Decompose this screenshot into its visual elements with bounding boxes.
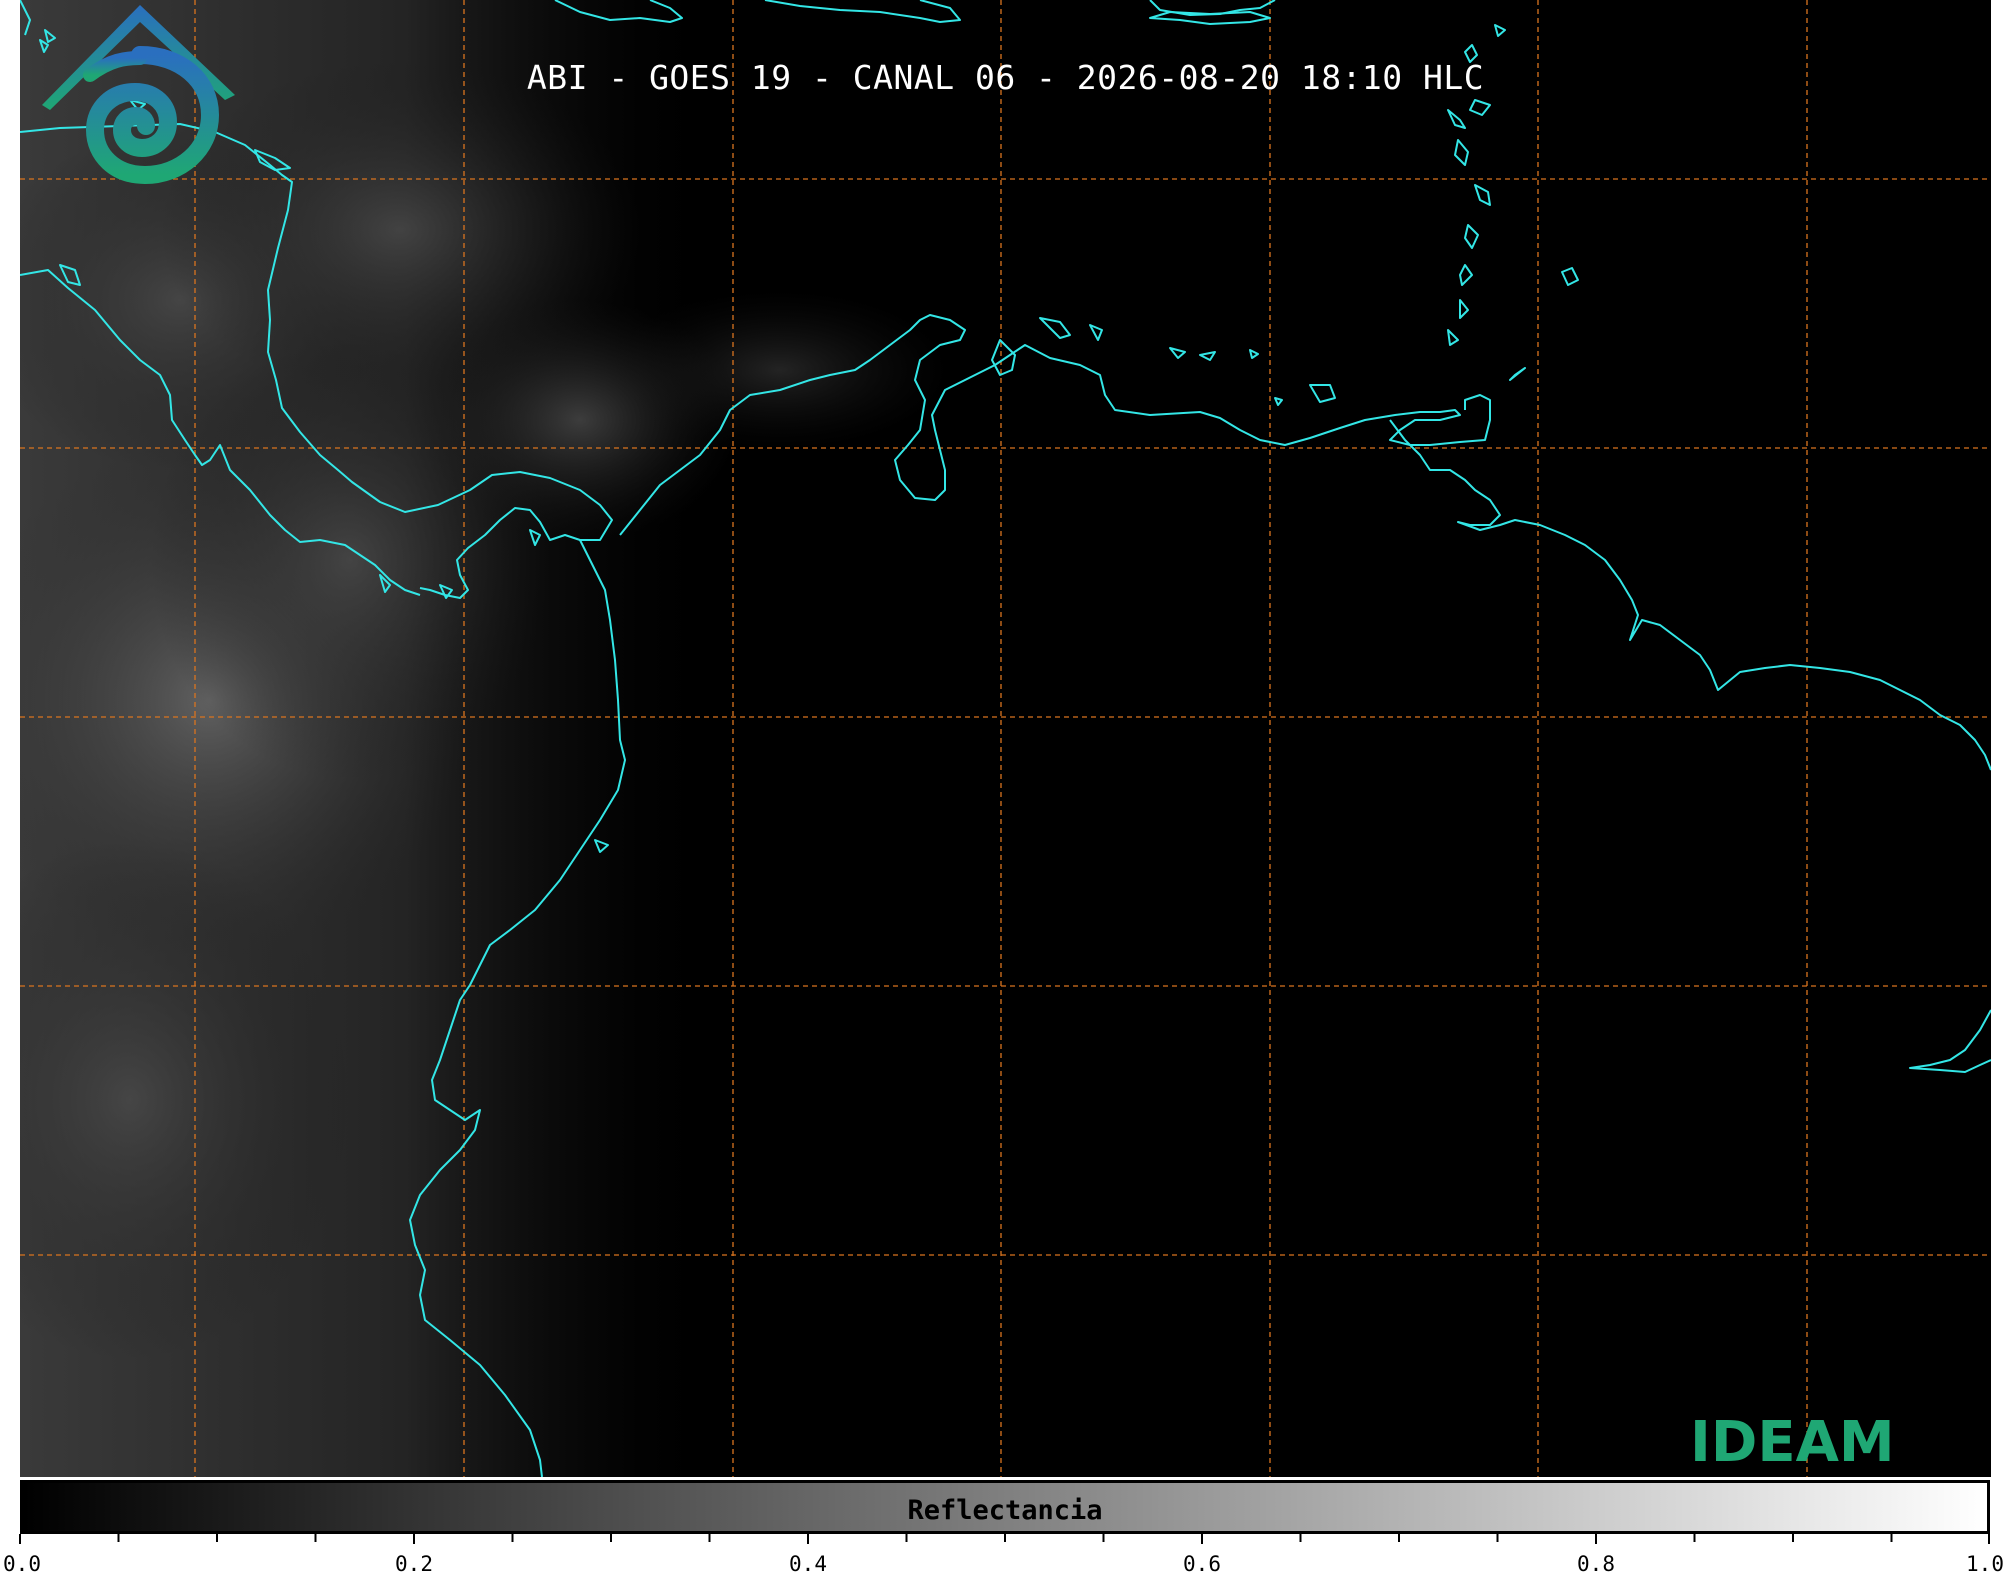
colorbar-ticks [19, 1534, 1990, 1544]
colorbar-label: Reflectancia [907, 1495, 1103, 1526]
colorbar: Reflectancia [20, 1480, 1990, 1534]
satellite-figure: ABI - GOES 19 - CANAL 06 - 2026-08-20 18… [0, 0, 2011, 1577]
colorbar-axis: 0.0 0.2 0.4 0.6 0.8 1.0 [0, 1534, 2011, 1577]
colorbar-tick-label: 0.4 [789, 1552, 827, 1576]
satellite-map: ABI - GOES 19 - CANAL 06 - 2026-08-20 18… [20, 0, 1991, 1477]
colorbar-tick-label: 0.2 [395, 1552, 433, 1576]
map-title: ABI - GOES 19 - CANAL 06 - 2026-08-20 18… [526, 58, 1485, 97]
colorbar-tick-label: 0.6 [1183, 1552, 1221, 1576]
colorbar-tick-label: 1.0 [1966, 1552, 2004, 1576]
colorbar-tick-label: 0.0 [3, 1552, 41, 1576]
colorbar-tick-label: 0.8 [1577, 1552, 1615, 1576]
logo-text: IDEAM [1690, 1410, 1895, 1475]
ideam-mountain-swirl-icon [42, 5, 235, 185]
map-canvas [20, 0, 1991, 1477]
